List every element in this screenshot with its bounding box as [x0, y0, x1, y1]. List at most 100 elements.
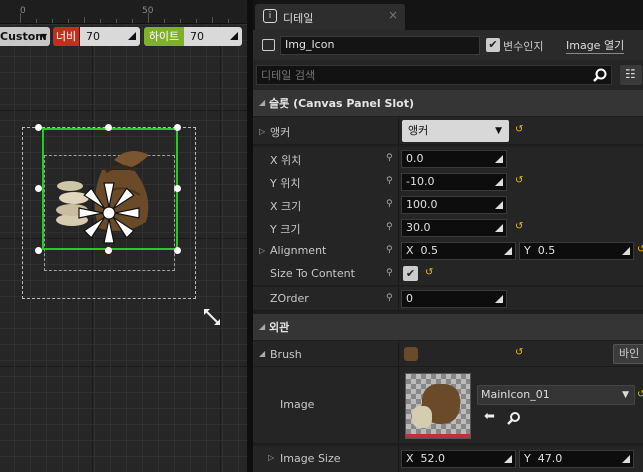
alignment-y-prefix: Y [524, 244, 531, 257]
zorder-row: ZOrder ⚲ 0 [253, 287, 643, 311]
image-asset-value: MainIcon_01 [481, 388, 550, 401]
view-options-button[interactable]: ☷ [620, 65, 642, 85]
image-thumbnail[interactable] [405, 373, 471, 439]
size-x-row: X 크기 ⚲ 100.0 [253, 193, 643, 217]
search-row: ☷ [253, 60, 643, 90]
image-size-label: Image Size [280, 452, 341, 465]
resize-handle[interactable] [174, 247, 181, 254]
binding-icon[interactable]: ⚲ [386, 199, 393, 209]
reset-to-default-icon[interactable]: ↺ [425, 267, 433, 278]
designer-canvas[interactable]: 0 50 Custom ▼ 너비 70 하이트 70 [0, 0, 247, 472]
tab-details[interactable]: i 디테일 × [255, 4, 405, 30]
resize-handle[interactable] [105, 247, 112, 254]
horizontal-ruler: 0 50 [0, 0, 247, 24]
collapse-triangle-icon: ◢ [259, 322, 266, 331]
zorder-value: 0 [406, 292, 413, 305]
anchor-flower-icon[interactable] [76, 180, 142, 246]
open-image-link[interactable]: Image 열기 [566, 37, 625, 54]
position-y-value: -10.0 [406, 175, 435, 188]
chevron-down-icon: ▼ [622, 390, 629, 400]
search-icon[interactable] [593, 68, 607, 82]
reset-to-default-icon[interactable]: ↺ [637, 244, 643, 255]
binding-icon[interactable]: ⚲ [386, 245, 393, 255]
use-selected-asset-icon[interactable]: ⬅ [484, 409, 495, 424]
reset-to-default-icon[interactable]: ↺ [515, 221, 523, 232]
size-mode-value: Custom [0, 30, 47, 43]
position-x-input[interactable]: 0.0 [401, 150, 507, 168]
binding-icon[interactable]: ⚲ [386, 268, 393, 278]
appearance-section-header[interactable]: ◢ 외관 [253, 314, 643, 340]
appearance-section-title: 외관 [269, 321, 290, 334]
image-size-row: ▷ Image Size X 52.0 Y 47.0 [253, 446, 643, 472]
anchor-dropdown[interactable]: 앵커 ▼ [402, 120, 509, 142]
expand-triangle-icon[interactable]: ▷ [259, 246, 265, 255]
width-label: 너비 [53, 27, 79, 46]
reset-to-default-icon[interactable]: ↺ [515, 124, 523, 135]
size-y-input[interactable]: 30.0 [401, 219, 507, 237]
is-variable-checkbox[interactable]: ✔ [486, 38, 500, 52]
coin-stack-icon [412, 406, 432, 428]
image-size-y-prefix: Y [524, 452, 531, 465]
image-size-y-value: 47.0 [537, 452, 563, 465]
brush-label: Brush [270, 348, 302, 361]
size-x-label: X 크기 [270, 200, 302, 213]
drag-handle-icon [622, 455, 630, 463]
alignment-y-input[interactable]: Y 0.5 [519, 242, 634, 260]
ruler-label-50: 50 [142, 6, 154, 16]
search-input[interactable] [256, 65, 612, 85]
widget-name-input[interactable]: Img_Icon [280, 36, 480, 55]
width-input[interactable]: 70 [80, 27, 140, 46]
anchor-label: 앵커 [270, 126, 291, 139]
chevron-down-icon: ▼ [495, 126, 502, 136]
drag-handle-icon [128, 32, 136, 40]
drag-handle-icon [504, 247, 512, 255]
tab-bar: i 디테일 × [253, 0, 643, 30]
binding-icon[interactable]: ⚲ [386, 293, 393, 303]
position-y-row: Y 위치 ⚲ -10.0 ↺ [253, 170, 643, 194]
browse-asset-icon[interactable] [507, 411, 521, 425]
expand-triangle-icon[interactable]: ▷ [259, 127, 265, 136]
drag-handle-icon [495, 224, 503, 232]
image-size-y-input[interactable]: Y 47.0 [519, 450, 634, 468]
collapse-triangle-icon[interactable]: ◢ [259, 349, 265, 358]
resize-handle[interactable] [105, 124, 112, 131]
size-y-row: Y 크기 ⚲ 30.0 ↺ [253, 216, 643, 240]
close-icon[interactable]: × [388, 8, 398, 22]
bind-button[interactable]: 바인 [613, 344, 643, 364]
binding-icon[interactable]: ⚲ [386, 222, 393, 232]
size-to-content-label: Size To Content [270, 267, 355, 280]
resize-handle[interactable] [35, 124, 42, 131]
height-input[interactable]: 70 [184, 27, 242, 46]
size-to-content-row: Size To Content ⚲ ✔ ↺ [253, 262, 643, 286]
zorder-input[interactable]: 0 [401, 290, 507, 308]
position-y-input[interactable]: -10.0 [401, 173, 507, 191]
resize-handle[interactable] [174, 185, 181, 192]
expand-triangle-icon[interactable]: ▷ [268, 453, 274, 462]
height-label: 하이트 [144, 27, 184, 46]
is-variable-label: 변수인지 [503, 40, 544, 53]
reset-to-default-icon[interactable]: ↺ [637, 389, 643, 400]
position-x-row: X 위치 ⚲ 0.0 [253, 147, 643, 171]
widget-name-value: Img_Icon [285, 38, 335, 51]
resize-handle[interactable] [35, 185, 42, 192]
binding-icon[interactable]: ⚲ [386, 176, 393, 186]
chevron-down-icon: ▼ [40, 32, 47, 41]
binding-icon[interactable]: ⚲ [386, 153, 393, 163]
size-mode-dropdown[interactable]: Custom ▼ [0, 27, 50, 46]
reset-to-default-icon[interactable]: ↺ [515, 175, 523, 186]
anchor-row: ▷ 앵커 앵커 ▼ ↺ [253, 117, 643, 145]
details-panel: i 디테일 × Img_Icon ✔ 변수인지 Image 열기 ☷ ◢ 슬롯 … [253, 0, 643, 472]
reset-to-default-icon[interactable]: ↺ [515, 347, 523, 358]
image-size-x-value: 52.0 [420, 452, 446, 465]
image-asset-dropdown[interactable]: MainIcon_01 ▼ [477, 385, 635, 405]
slot-section-header[interactable]: ◢ 슬롯 (Canvas Panel Slot) [253, 90, 643, 116]
position-x-label: X 위치 [270, 154, 302, 167]
drag-handle-icon [622, 247, 630, 255]
resize-handle[interactable] [35, 247, 42, 254]
size-x-input[interactable]: 100.0 [401, 196, 507, 214]
resize-handle[interactable] [174, 124, 181, 131]
alignment-x-input[interactable]: X 0.5 [401, 242, 516, 260]
size-to-content-checkbox[interactable]: ✔ [403, 266, 418, 281]
drag-handle-icon [495, 201, 503, 209]
image-size-x-input[interactable]: X 52.0 [401, 450, 516, 468]
